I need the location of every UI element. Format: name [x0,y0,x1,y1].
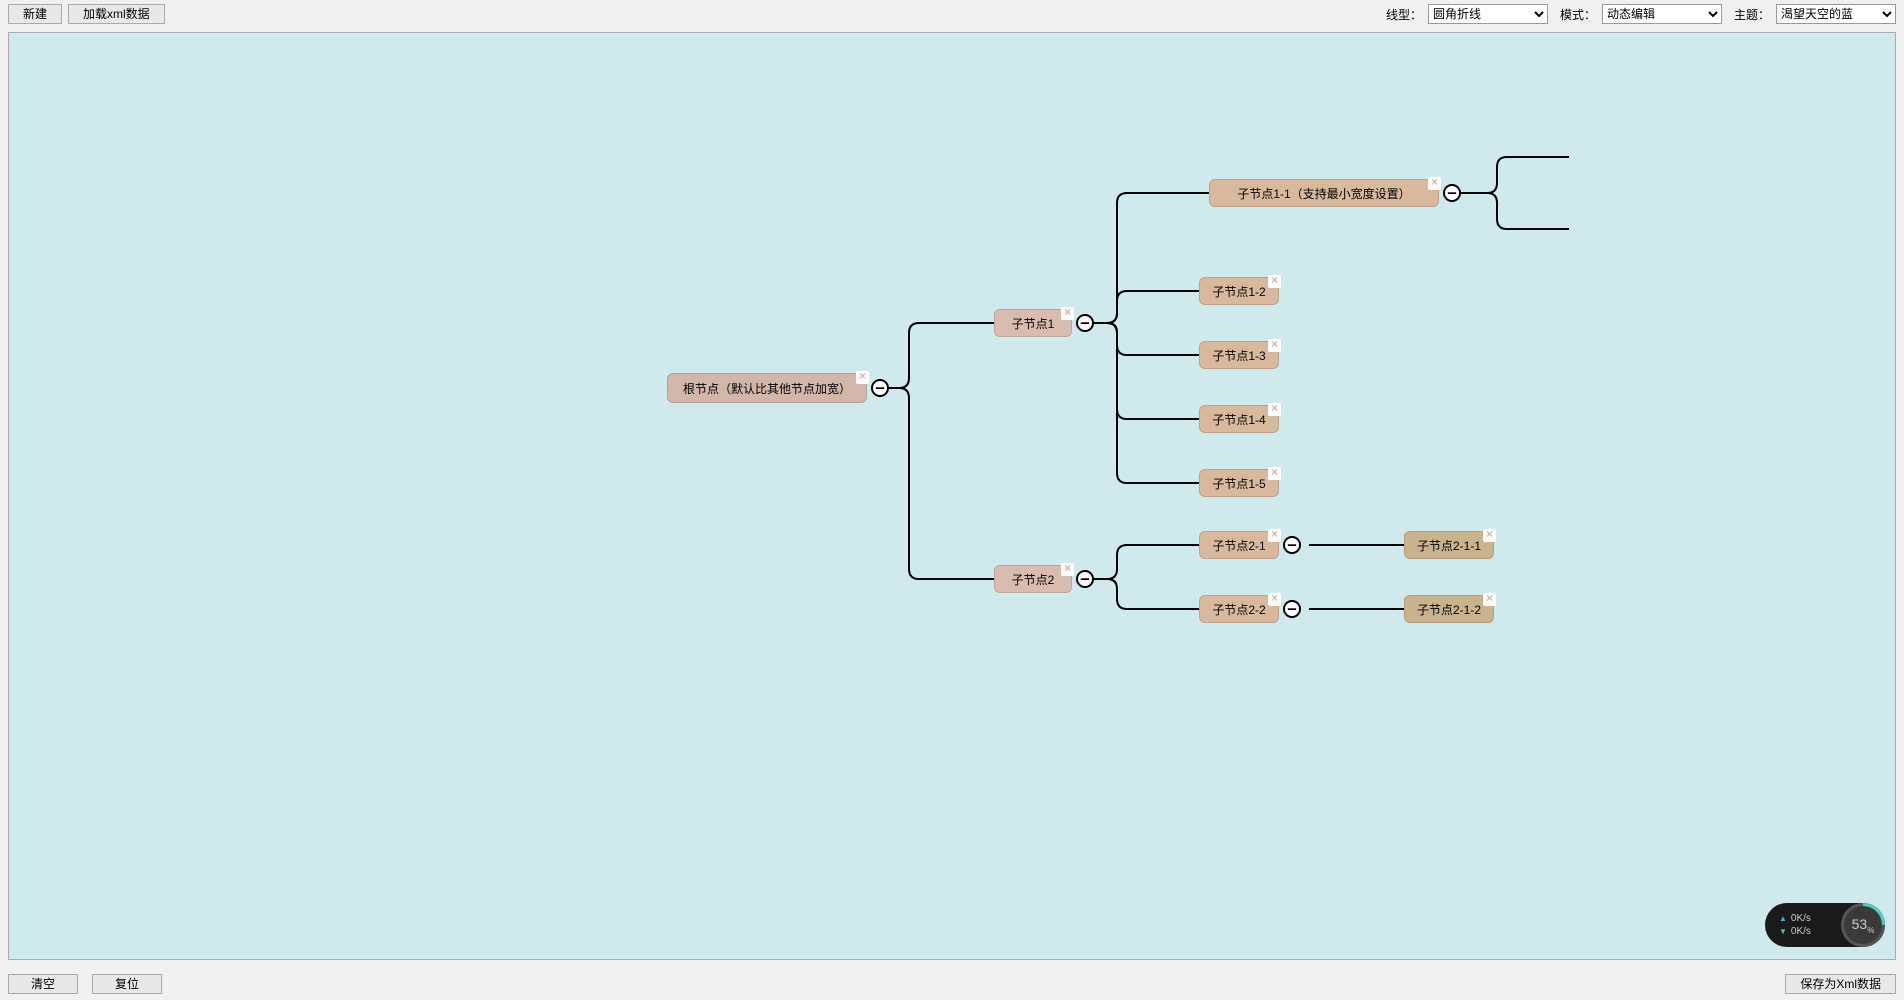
toggle-n1-1[interactable]: – [1443,184,1461,202]
node-2[interactable]: 子节点2 × [994,565,1072,593]
node-1-4[interactable]: 子节点1-4 × [1199,405,1279,433]
node-label: 子节点2-1-1 [1417,537,1481,554]
close-icon[interactable]: × [1268,339,1281,352]
download-icon: ▼ [1779,927,1787,936]
bottom-toolbar: 清空 复位 保存为Xml数据 [0,968,1904,1000]
node-2-1-2[interactable]: 子节点2-1-2 × [1404,595,1494,623]
close-icon[interactable]: × [1268,275,1281,288]
node-2-1-1[interactable]: 子节点2-1-1 × [1404,531,1494,559]
node-label: 子节点2-2 [1212,601,1265,618]
cpu-percent: 53% [1852,916,1875,935]
toggle-n2[interactable]: – [1076,570,1094,588]
node-1[interactable]: 子节点1 × [994,309,1072,337]
node-label: 子节点2-1 [1212,537,1265,554]
reset-button[interactable]: 复位 [92,974,162,994]
close-icon[interactable]: × [1268,593,1281,606]
theme-label: 主题： [1726,6,1772,23]
theme-select[interactable]: 渴望天空的蓝 [1776,4,1896,24]
node-label: 子节点1-2 [1212,283,1265,300]
node-1-2[interactable]: 子节点1-2 × [1199,277,1279,305]
toggle-n1[interactable]: – [1076,314,1094,332]
toggle-root[interactable]: – [871,379,889,397]
close-icon[interactable]: × [1483,593,1496,606]
canvas-area[interactable]: 根节点（默认比其他节点加宽） × – 子节点1 × – 子节点2 × – 子节点… [8,32,1896,960]
line-type-select[interactable]: 圆角折线 [1428,4,1548,24]
load-xml-button[interactable]: 加载xml数据 [68,4,165,24]
mode-select[interactable]: 动态编辑 [1602,4,1722,24]
close-icon[interactable]: × [1428,177,1441,190]
node-1-1[interactable]: 子节点1-1（支持最小宽度设置） × [1209,179,1439,207]
node-root[interactable]: 根节点（默认比其他节点加宽） × [667,373,867,403]
node-label: 根节点（默认比其他节点加宽） [683,380,851,397]
close-icon[interactable]: × [1061,563,1074,576]
close-icon[interactable]: × [856,371,869,384]
save-xml-button[interactable]: 保存为Xml数据 [1785,974,1896,994]
connectors [9,33,1895,959]
node-2-1[interactable]: 子节点2-1 × [1199,531,1279,559]
clear-button[interactable]: 清空 [8,974,78,994]
close-icon[interactable]: × [1268,403,1281,416]
node-label: 子节点1-5 [1212,475,1265,492]
line-type-label: 线型： [1378,6,1424,23]
toggle-n2-1[interactable]: – [1283,536,1301,554]
mode-label: 模式： [1552,6,1598,23]
node-label: 子节点1-3 [1212,347,1265,364]
download-speed: 0K/s [1791,926,1811,937]
close-icon[interactable]: × [1483,529,1496,542]
node-label: 子节点2-1-2 [1417,601,1481,618]
node-1-5[interactable]: 子节点1-5 × [1199,469,1279,497]
toggle-n2-2[interactable]: – [1283,600,1301,618]
node-label: 子节点1-4 [1212,411,1265,428]
node-1-3[interactable]: 子节点1-3 × [1199,341,1279,369]
upload-icon: ▲ [1779,914,1787,923]
upload-speed: 0K/s [1791,913,1811,924]
close-icon[interactable]: × [1268,529,1281,542]
top-toolbar: 新建 加载xml数据 线型： 圆角折线 模式： 动态编辑 主题： 渴望天空的蓝 [0,0,1904,28]
node-label: 子节点2 [1012,571,1055,588]
close-icon[interactable]: × [1061,307,1074,320]
node-label: 子节点1 [1012,315,1055,332]
system-monitor-widget[interactable]: ▲ 0K/s ▼ 0K/s 53% [1765,903,1885,947]
node-label: 子节点1-1（支持最小宽度设置） [1237,185,1410,202]
close-icon[interactable]: × [1268,467,1281,480]
node-2-2[interactable]: 子节点2-2 × [1199,595,1279,623]
new-button[interactable]: 新建 [8,4,62,24]
